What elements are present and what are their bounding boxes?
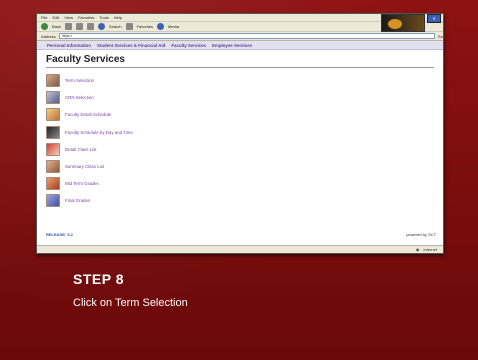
menu-link-summary-class-list[interactable]: Summary Class List bbox=[65, 164, 104, 169]
portrait-thumbnail-icon bbox=[46, 194, 60, 208]
address-input[interactable]: https:// bbox=[58, 33, 435, 39]
menu-link-mid-term-grades[interactable]: Mid Term Grades bbox=[65, 181, 99, 186]
portrait-thumbnail-icon bbox=[46, 125, 60, 139]
portrait-thumbnail-icon bbox=[46, 108, 60, 122]
menu-link-term-selection[interactable]: Term Selection bbox=[65, 78, 94, 83]
refresh-icon[interactable] bbox=[75, 23, 83, 30]
window-close-icon[interactable]: ✕ bbox=[427, 14, 441, 23]
release-label: RELEASE: 5.2 bbox=[46, 232, 73, 237]
menu-tools[interactable]: Tools bbox=[99, 15, 108, 20]
tab-personal-information[interactable]: Personal Information bbox=[47, 43, 91, 48]
tab-faculty-services[interactable]: Faculty Services bbox=[171, 43, 206, 48]
site-nav-tabs: Personal Information Student Services & … bbox=[37, 41, 443, 50]
address-label: Address bbox=[41, 33, 56, 39]
faculty-menu-list: Term Selection CRN Selection Faculty Det… bbox=[37, 72, 443, 210]
portrait-thumbnail-icon bbox=[46, 91, 60, 105]
step-title: STEP 8 bbox=[73, 271, 124, 287]
address-bar: Address https:// Go bbox=[37, 32, 443, 41]
menu-help[interactable]: Help bbox=[114, 15, 122, 20]
favorites-label[interactable]: Favorites bbox=[137, 24, 153, 29]
home-icon[interactable] bbox=[86, 23, 94, 30]
menu-item-mid-term-grades[interactable]: Mid Term Grades bbox=[46, 175, 443, 192]
back-label[interactable]: Back bbox=[52, 24, 61, 29]
menu-link-faculty-detail-schedule[interactable]: Faculty Detail Schedule bbox=[65, 112, 111, 117]
internet-zone-icon: ◉ bbox=[415, 247, 420, 252]
stop-icon[interactable] bbox=[64, 23, 72, 30]
step-description: Click on Term Selection bbox=[73, 297, 188, 309]
menu-link-crn-selection[interactable]: CRN Selection bbox=[65, 95, 94, 100]
media-icon[interactable] bbox=[157, 23, 165, 30]
brand-logo bbox=[381, 14, 425, 32]
status-text: Internet bbox=[423, 247, 437, 252]
page-title: Faculty Services bbox=[46, 54, 125, 65]
portrait-thumbnail-icon bbox=[46, 160, 60, 174]
menu-link-schedule-by-day-time[interactable]: Faculty Schedule by Day and Time bbox=[65, 130, 133, 135]
menu-link-final-grades[interactable]: Final Grades bbox=[65, 198, 90, 203]
browser-window-screenshot: File Edit View Favorites Tools Help ✕ Ba… bbox=[36, 13, 444, 254]
search-label[interactable]: Search bbox=[109, 24, 122, 29]
tab-employee-services[interactable]: Employee Services bbox=[212, 43, 252, 48]
menu-item-detail-class-list[interactable]: Detail Class List bbox=[46, 141, 443, 158]
go-button[interactable]: Go bbox=[438, 34, 443, 39]
menu-favorites[interactable]: Favorites bbox=[78, 15, 94, 20]
menu-view[interactable]: View bbox=[64, 15, 73, 20]
menu-item-final-grades[interactable]: Final Grades bbox=[46, 192, 443, 209]
media-label[interactable]: Media bbox=[168, 24, 179, 29]
release-footer: RELEASE: 5.2 powered by SCT bbox=[46, 232, 436, 237]
portrait-thumbnail-icon bbox=[46, 142, 60, 156]
menu-item-faculty-detail-schedule[interactable]: Faculty Detail Schedule bbox=[46, 106, 443, 123]
menu-edit[interactable]: Edit bbox=[52, 15, 59, 20]
logo-glow bbox=[388, 19, 402, 29]
search-icon[interactable] bbox=[97, 23, 105, 30]
title-divider bbox=[46, 67, 434, 68]
menu-item-summary-class-list[interactable]: Summary Class List bbox=[46, 158, 443, 175]
menu-item-schedule-by-day-time[interactable]: Faculty Schedule by Day and Time bbox=[46, 124, 443, 141]
menu-item-crn-selection[interactable]: CRN Selection bbox=[46, 89, 443, 106]
menu-link-detail-class-list[interactable]: Detail Class List bbox=[65, 147, 96, 152]
favorites-icon[interactable] bbox=[125, 23, 133, 30]
back-icon[interactable] bbox=[41, 23, 48, 30]
portrait-thumbnail-icon bbox=[46, 74, 60, 88]
instruction-block: STEP 8 Click on Term Selection bbox=[73, 271, 188, 309]
powered-by-logo: powered by SCT bbox=[406, 232, 436, 237]
menu-item-term-selection[interactable]: Term Selection bbox=[46, 72, 443, 89]
menu-file[interactable]: File bbox=[41, 15, 47, 20]
portrait-thumbnail-icon bbox=[46, 177, 60, 191]
browser-statusbar: ◉ Internet bbox=[37, 245, 443, 253]
tab-student-services[interactable]: Student Services & Financial Aid bbox=[97, 43, 165, 48]
